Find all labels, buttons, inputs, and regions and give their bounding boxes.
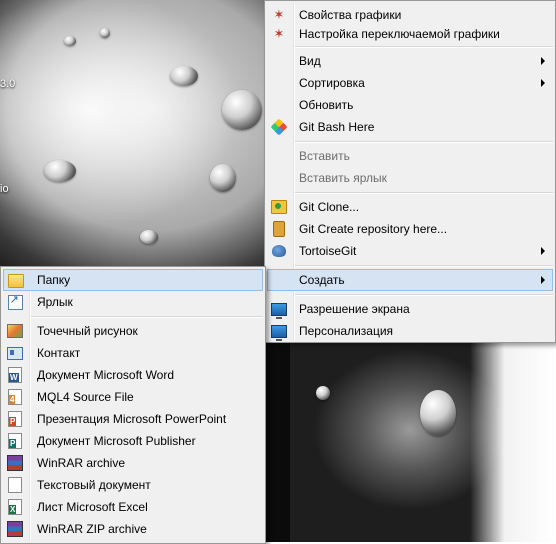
new-submenu: Папку Ярлык Точечный рисунок Контакт W Д… [0,266,266,544]
menu-item-label: WinRAR archive [37,456,126,470]
menu-item-label: Ярлык [37,295,73,309]
menu-item-personalization[interactable]: Персонализация [267,320,553,342]
winrar-zip-icon [7,521,23,537]
menu-item-label: WinRAR ZIP archive [37,522,147,536]
menu-item-label: Создать [299,273,345,287]
menu-separator [295,192,553,194]
desktop-icon-label[interactable]: 3.0 [0,78,15,90]
submenu-arrow-icon [541,57,545,65]
folder-icon [8,273,24,289]
submenu-item-word-document[interactable]: W Документ Microsoft Word [3,364,263,386]
menu-item-label: Персонализация [299,324,394,338]
menu-separator [295,46,553,48]
excel-icon: X [7,499,23,515]
menu-item-label: Вид [299,54,321,68]
contact-icon [7,345,23,361]
screen-resolution-icon [271,301,287,319]
menu-item-label: Разрешение экрана [299,302,410,316]
menu-separator [295,265,553,267]
menu-item-sort[interactable]: Сортировка [267,72,553,94]
submenu-item-mql4-file[interactable]: 4 MQL4 Source File [3,386,263,408]
menu-item-new[interactable]: Создать [267,269,553,291]
shortcut-icon [7,293,23,310]
winrar-icon [7,455,23,471]
menu-item-label: Вставить [299,149,350,163]
mql4-file-icon: 4 [7,389,23,405]
menu-item-label: Документ Microsoft Word [37,368,175,382]
menu-item-git-create-repo[interactable]: Git Create repository here... [267,218,553,240]
menu-item-label: Текстовый документ [37,478,151,492]
menu-item-label: Точечный рисунок [37,324,138,338]
submenu-item-bitmap[interactable]: Точечный рисунок [3,320,263,342]
menu-item-label: Документ Microsoft Publisher [37,434,196,448]
menu-separator [31,316,263,318]
menu-separator [295,294,553,296]
menu-item-label: Папку [37,273,71,287]
menu-item-paste[interactable]: Вставить [267,145,553,167]
git-bash-icon [270,118,288,136]
menu-item-git-bash[interactable]: Git Bash Here [267,116,553,138]
desktop-icon-label[interactable]: io [0,183,9,195]
submenu-item-winrar-archive[interactable]: WinRAR archive [3,452,263,474]
submenu-arrow-icon [541,79,545,87]
menu-item-paste-shortcut[interactable]: Вставить ярлык [267,167,553,189]
bitmap-icon [7,323,23,339]
menu-item-label: Git Create repository here... [299,222,448,236]
submenu-item-folder[interactable]: Папку [3,269,263,291]
menu-item-label: Контакт [37,346,81,360]
powerpoint-icon: P [7,411,23,427]
submenu-item-publisher[interactable]: P Документ Microsoft Publisher [3,430,263,452]
menu-item-git-clone[interactable]: Git Clone... [267,196,553,218]
submenu-item-contact[interactable]: Контакт [3,342,263,364]
tortoisegit-icon [271,243,287,259]
text-document-icon [7,477,23,493]
menu-item-switchable-graphics[interactable]: ✶ Настройка переключаемой графики [267,23,553,45]
water-drop [210,164,236,192]
submenu-item-shortcut[interactable]: Ярлык [3,291,263,313]
water-drop [140,230,158,244]
menu-item-label: Презентация Microsoft PowerPoint [37,412,227,426]
graphics-properties-icon: ✶ [273,7,285,22]
git-clone-icon [271,199,287,215]
menu-item-label: MQL4 Source File [37,390,134,404]
menu-item-tortoisegit[interactable]: TortoiseGit [267,240,553,262]
publisher-icon: P [7,433,23,449]
submenu-item-winrar-zip[interactable]: WinRAR ZIP archive [3,518,263,540]
water-drop [64,36,76,46]
submenu-arrow-icon [541,276,545,284]
menu-item-label: Обновить [299,98,354,112]
submenu-item-powerpoint[interactable]: P Презентация Microsoft PowerPoint [3,408,263,430]
submenu-item-excel[interactable]: X Лист Microsoft Excel [3,496,263,518]
water-drop [420,390,456,436]
submenu-arrow-icon [541,247,545,255]
switchable-graphics-icon: ✶ [273,26,285,41]
menu-item-label: Настройка переключаемой графики [299,27,500,41]
menu-item-label: Лист Microsoft Excel [37,500,148,514]
menu-item-label: Git Clone... [299,200,360,214]
menu-item-label: Вставить ярлык [299,171,387,185]
menu-item-label: Сортировка [299,76,365,90]
water-drop [170,66,198,86]
water-drop [222,90,262,130]
submenu-item-text-document[interactable]: Текстовый документ [3,474,263,496]
desktop-context-menu: ✶ Свойства графики ✶ Настройка переключа… [264,0,556,343]
menu-item-label: TortoiseGit [299,244,357,258]
menu-item-refresh[interactable]: Обновить [267,94,553,116]
menu-separator [295,141,553,143]
git-create-repo-icon [271,221,287,237]
water-drop [44,160,76,182]
menu-item-label: Свойства графики [299,8,402,22]
menu-item-label: Git Bash Here [299,120,375,134]
water-drop [316,386,330,400]
menu-item-view[interactable]: Вид [267,50,553,72]
water-drop [100,28,110,38]
word-document-icon: W [7,367,23,383]
wallpaper-highlight [470,330,556,542]
personalization-icon [271,323,287,341]
menu-item-screen-resolution[interactable]: Разрешение экрана [267,298,553,320]
